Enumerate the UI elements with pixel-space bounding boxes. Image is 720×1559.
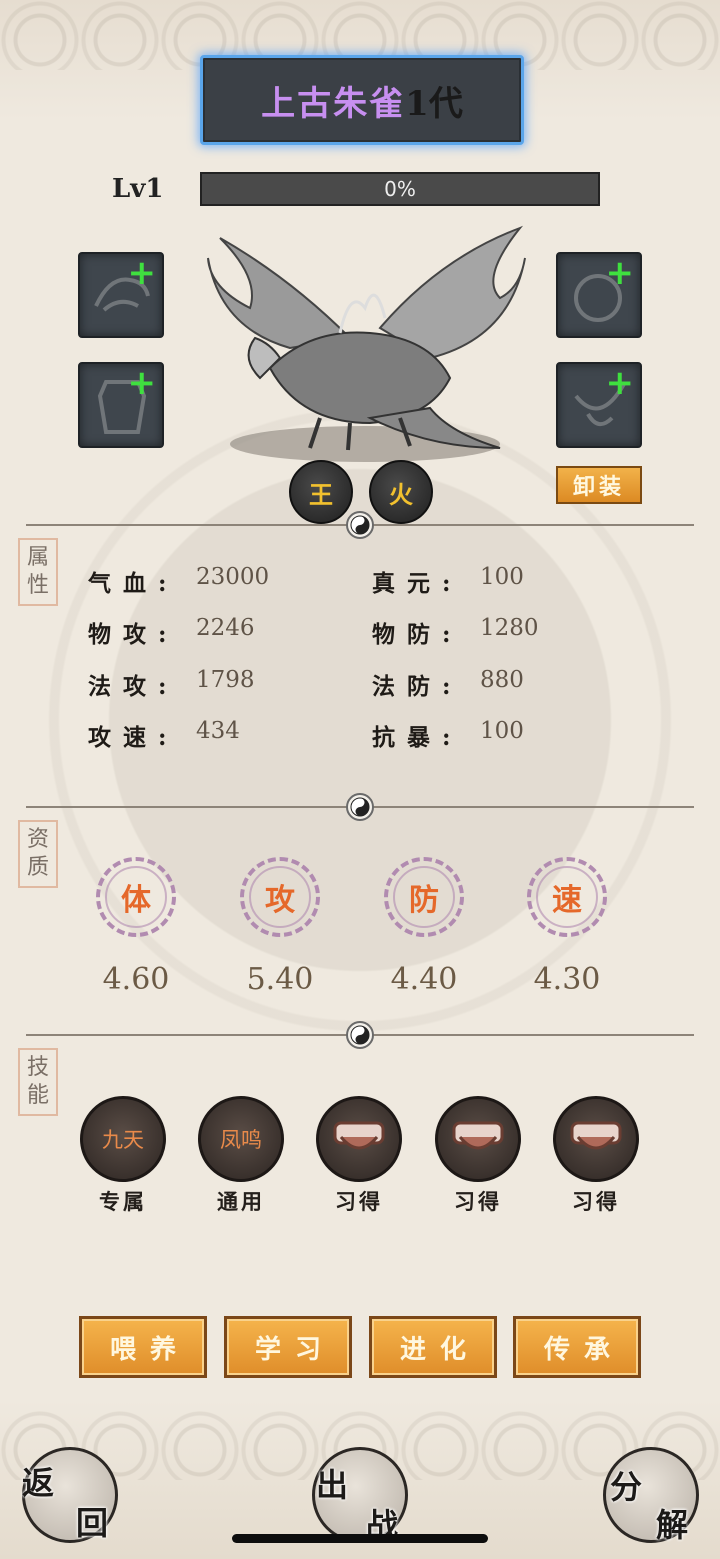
aptitude-value-constitution: 4.60 xyxy=(102,962,170,997)
skill-slot-learned-3[interactable] xyxy=(553,1096,639,1182)
tag-char: 技 xyxy=(26,1055,49,1080)
attr-label-mana: 真元: xyxy=(372,570,463,597)
add-icon: + xyxy=(605,363,635,403)
equip-slot-armor[interactable]: + xyxy=(78,362,164,448)
add-icon: + xyxy=(605,253,635,293)
attr-label-phys-atk: 物攻: xyxy=(88,621,179,648)
aptitude-value-defense: 4.40 xyxy=(390,962,458,997)
aptitude-value-speed: 4.30 xyxy=(533,962,601,997)
back-button-char-2: 回 xyxy=(76,1504,109,1542)
inherit-button[interactable]: 传承 xyxy=(513,1316,641,1378)
aptitude-ring-constitution: 体 xyxy=(96,857,176,937)
evolve-button[interactable]: 进化 xyxy=(369,1316,497,1378)
attr-value-mana: 100 xyxy=(480,564,524,590)
add-icon: + xyxy=(127,363,157,403)
pet-title-banner: 上古朱雀 1代 xyxy=(200,55,524,145)
attr-value-magic-atk: 1798 xyxy=(196,667,255,693)
attributes-section-tag: 属 性 xyxy=(18,538,58,606)
attr-label-phys-def: 物防: xyxy=(372,621,463,648)
unequip-button[interactable]: 卸装 xyxy=(556,466,642,504)
attr-label-hp: 气血: xyxy=(88,570,179,597)
attr-value-atk-speed: 434 xyxy=(196,718,240,744)
add-icon: + xyxy=(127,253,157,293)
attr-label-crit-resist: 抗暴: xyxy=(372,724,463,751)
feed-button[interactable]: 喂养 xyxy=(79,1316,207,1378)
attr-label-atk-speed: 攻速: xyxy=(88,724,179,751)
attr-value-hp: 23000 xyxy=(196,564,270,590)
attr-value-phys-atk: 2246 xyxy=(196,615,255,641)
equip-slot-orb[interactable]: + xyxy=(556,252,642,338)
empty-skill-scroll-icon xyxy=(333,1121,385,1150)
skill-type-label: 专属 xyxy=(99,1189,147,1214)
tag-char: 资 xyxy=(26,827,49,852)
attr-value-phys-def: 1280 xyxy=(480,615,539,641)
skill-slot-learned-2[interactable] xyxy=(435,1096,521,1182)
home-indicator xyxy=(232,1534,488,1543)
xp-progress-bar: 0% xyxy=(200,172,600,206)
equip-slot-weapon[interactable]: + xyxy=(78,252,164,338)
aptitude-ring-defense: 防 xyxy=(384,857,464,937)
tag-char: 属 xyxy=(26,545,49,570)
skill-type-label: 通用 xyxy=(217,1189,265,1214)
empty-skill-scroll-icon xyxy=(570,1121,622,1150)
decompose-button-char-2: 解 xyxy=(656,1506,689,1544)
skill-type-label: 习得 xyxy=(454,1189,502,1214)
attr-value-crit-resist: 100 xyxy=(480,718,524,744)
attr-value-magic-def: 880 xyxy=(480,667,524,693)
level-label: Lv1 xyxy=(112,174,164,204)
skill-slot-common[interactable]: 凤鸣 xyxy=(198,1096,284,1182)
taiji-icon xyxy=(346,793,374,821)
taiji-icon xyxy=(346,511,374,539)
pet-generation: 1代 xyxy=(405,83,463,124)
aptitude-section-tag: 资 质 xyxy=(18,820,58,888)
aptitude-ring-speed: 速 xyxy=(527,857,607,937)
empty-skill-scroll-icon xyxy=(452,1121,504,1150)
aptitude-ring-attack: 攻 xyxy=(240,857,320,937)
skill-type-label: 习得 xyxy=(335,1189,383,1214)
skill-slot-exclusive[interactable]: 九天 xyxy=(80,1096,166,1182)
xp-progress-text: 0% xyxy=(384,177,416,201)
attr-label-magic-atk: 法攻: xyxy=(88,673,179,700)
learn-button[interactable]: 学习 xyxy=(224,1316,352,1378)
element-badge-fire: 火 xyxy=(369,460,433,524)
equip-slot-amulet[interactable]: + xyxy=(556,362,642,448)
skill-slot-learned-1[interactable] xyxy=(316,1096,402,1182)
vermilion-bird-creature-image xyxy=(207,225,526,462)
skill-type-label: 习得 xyxy=(572,1189,620,1214)
skills-section-tag: 技 能 xyxy=(18,1048,58,1116)
battle-button-char-1: 出 xyxy=(316,1466,349,1504)
tag-char: 能 xyxy=(26,1083,49,1108)
aptitude-value-attack: 5.40 xyxy=(246,962,314,997)
element-badge-king: 王 xyxy=(289,460,353,524)
decompose-button-char-1: 分 xyxy=(610,1468,643,1506)
back-button-char-1: 返 xyxy=(22,1464,55,1502)
attr-label-magic-def: 法防: xyxy=(372,673,463,700)
tag-char: 性 xyxy=(26,573,49,598)
pet-name: 上古朱雀 xyxy=(261,83,406,124)
taiji-icon xyxy=(346,1021,374,1049)
tag-char: 质 xyxy=(26,855,49,880)
